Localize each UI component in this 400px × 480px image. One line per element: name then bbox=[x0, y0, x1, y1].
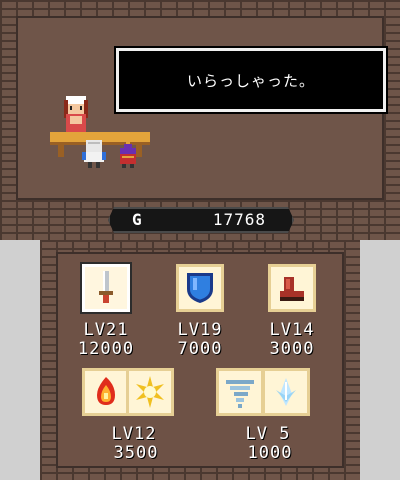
shield-cost: 7000 bbox=[177, 339, 223, 359]
shop-greeting-text: いらっしゃった。 bbox=[186, 71, 315, 90]
message-window: いらっしゃった。 bbox=[114, 46, 388, 114]
wind-magic-cost: 1000 bbox=[247, 443, 293, 463]
upgrade-panel: LV21 12000 LV19 7000 LV14 3000 LV12 3500… bbox=[40, 240, 360, 480]
shield-upgrade-button[interactable] bbox=[176, 264, 224, 312]
fireball-icon bbox=[97, 377, 115, 405]
sword-upgrade-button[interactable] bbox=[80, 262, 132, 314]
boots-cost: 3000 bbox=[269, 339, 315, 359]
mage-sprite bbox=[120, 140, 136, 168]
side-margin-left bbox=[0, 240, 40, 480]
gold-amount: 17768 bbox=[212, 210, 266, 229]
gold-label: G bbox=[132, 210, 142, 229]
sword-cost: 12000 bbox=[77, 339, 135, 359]
shopkeeper-sprite bbox=[64, 96, 88, 132]
bottom-screen: LV21 12000 LV19 7000 LV14 3000 LV12 3500… bbox=[0, 240, 400, 480]
knight-sprite bbox=[82, 140, 106, 168]
fire-magic-level: LV12 bbox=[111, 424, 157, 444]
side-margin-right bbox=[360, 240, 400, 480]
sword-icon bbox=[99, 271, 113, 303]
wind-magic-level: LV 5 bbox=[245, 424, 291, 444]
boots-upgrade-button[interactable] bbox=[268, 264, 316, 312]
fire-magic-upgrade-button[interactable] bbox=[82, 368, 130, 416]
shield-level: LV19 bbox=[177, 320, 223, 340]
ice-crystal-icon bbox=[276, 378, 296, 406]
counter-leg bbox=[58, 145, 64, 157]
burst-icon bbox=[136, 376, 164, 408]
fire-magic-cost: 3500 bbox=[113, 443, 159, 463]
boots-level: LV14 bbox=[269, 320, 315, 340]
ice-magic-upgrade-button[interactable] bbox=[262, 368, 310, 416]
boots-icon bbox=[280, 277, 304, 301]
sword-level: LV21 bbox=[83, 320, 129, 340]
tornado-icon bbox=[226, 380, 254, 408]
light-magic-upgrade-button[interactable] bbox=[126, 368, 174, 416]
top-screen: いらっしゃった。 G 17768 bbox=[0, 0, 400, 240]
wind-magic-upgrade-button[interactable] bbox=[216, 368, 264, 416]
shield-icon bbox=[187, 273, 213, 303]
gold-counter: G 17768 bbox=[108, 207, 294, 233]
